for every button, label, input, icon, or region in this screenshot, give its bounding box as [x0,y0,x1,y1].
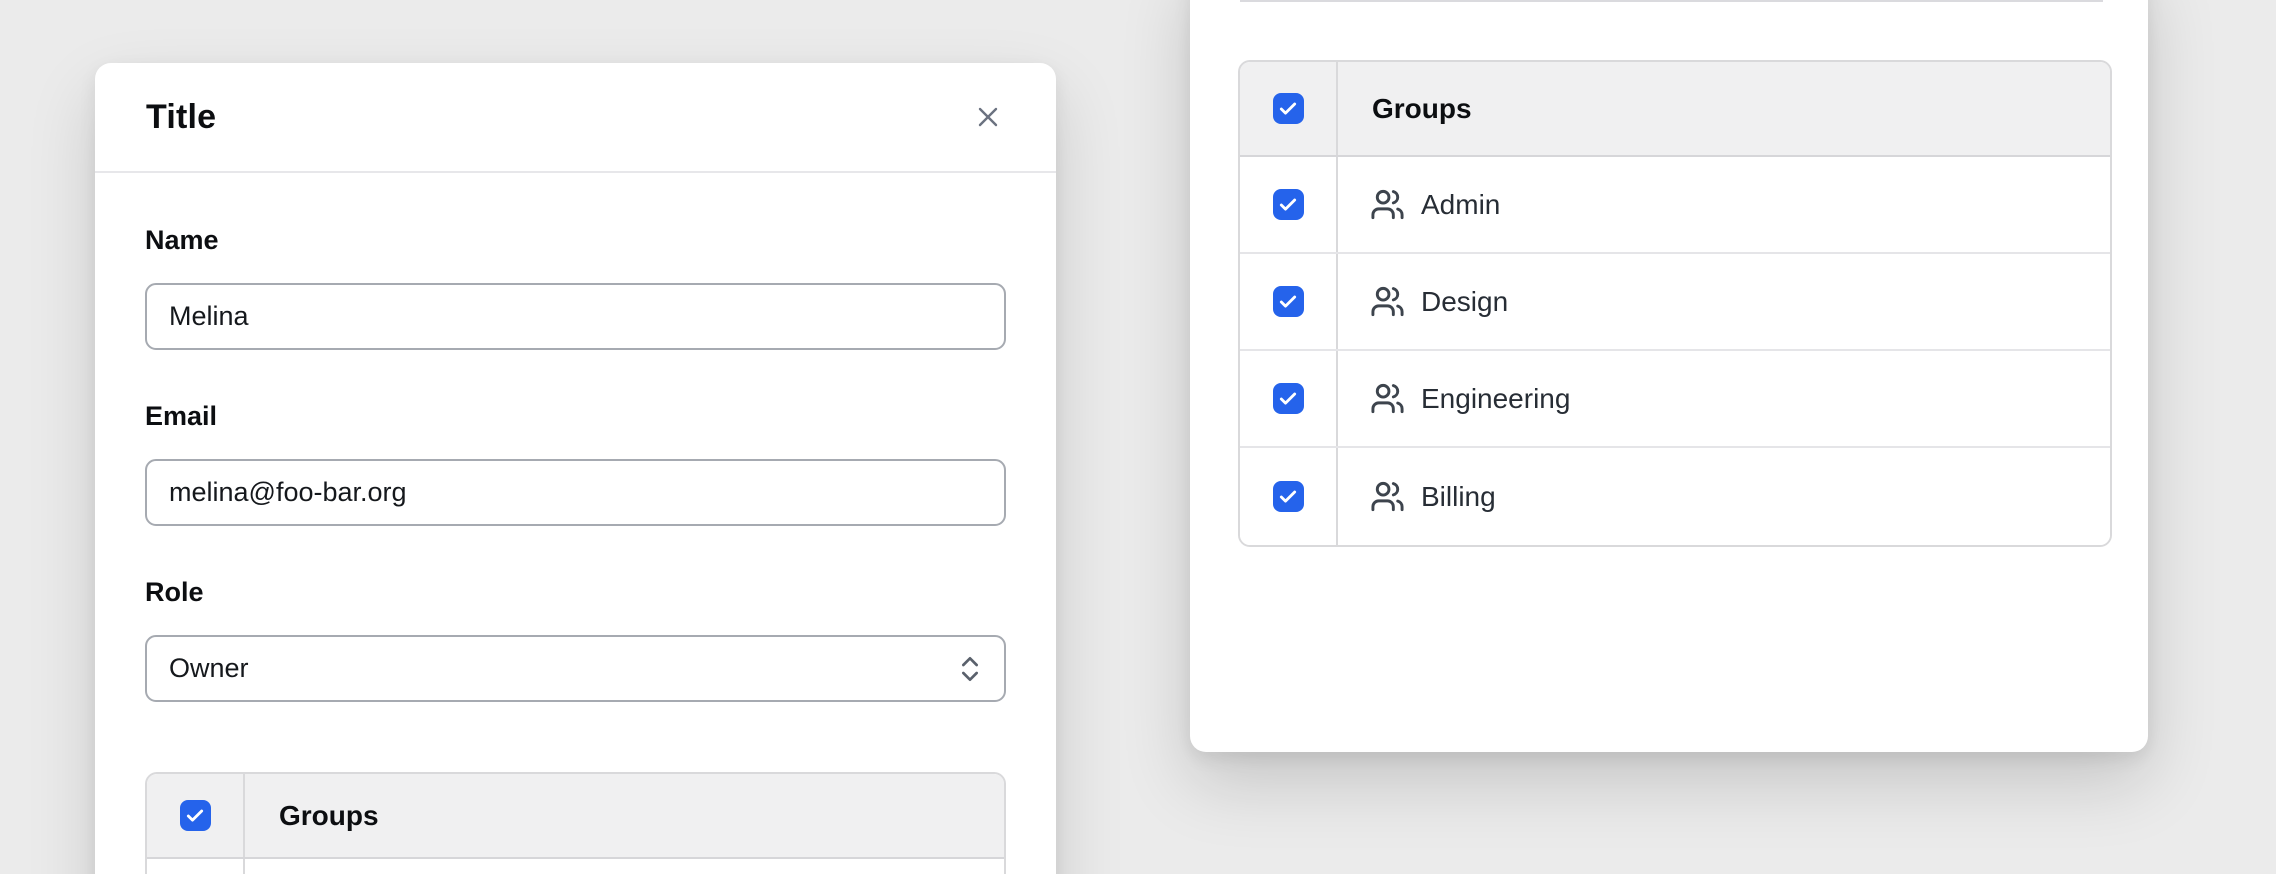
table-row[interactable] [147,859,1004,874]
row-checkbox[interactable] [1273,481,1304,512]
header-checkbox-cell [1240,62,1338,155]
row-checkbox[interactable] [1273,189,1304,220]
panel-groups-table: Groups Admin [1238,60,2112,547]
users-icon [1370,284,1405,319]
table-row-engineering[interactable]: Engineering [1240,351,2110,448]
close-button[interactable] [964,93,1012,141]
group-name: Engineering [1421,383,1570,415]
table-row-design[interactable]: Design [1240,254,2110,351]
users-icon [1370,479,1405,514]
role-label: Role [145,576,1006,609]
name-label: Name [145,224,1006,257]
chevrons-up-down-icon [954,653,986,685]
modal-title: Title [146,98,216,137]
check-icon [1278,99,1298,119]
role-select[interactable]: Owner [145,635,1006,702]
row-checkbox-cell [147,859,245,874]
row-content-cell: Admin [1338,157,1500,252]
screen: Title Name Email Role Owner [0,0,2276,874]
groups-column-header: Groups [245,774,379,857]
row-content-cell: Design [1338,254,1508,349]
email-input[interactable] [145,459,1006,526]
x-icon [972,101,1004,133]
email-label: Email [145,400,1006,433]
users-icon [1370,381,1405,416]
table-row-billing[interactable]: Billing [1240,448,2110,545]
table-row-admin[interactable]: Admin [1240,157,2110,254]
row-content-cell: Engineering [1338,351,1570,446]
check-icon [1278,195,1298,215]
check-icon [1278,292,1298,312]
row-content-cell [245,859,277,874]
edit-user-modal: Title Name Email Role Owner [95,63,1056,874]
group-name: Admin [1421,189,1500,221]
check-icon [1278,389,1298,409]
row-content-cell: Billing [1338,448,1496,545]
row-checkbox-cell [1240,254,1338,349]
row-checkbox-cell [1240,448,1338,545]
groups-column-header: Groups [1338,62,1472,155]
select-all-checkbox[interactable] [1273,93,1304,124]
name-input[interactable] [145,283,1006,350]
email-field-group: Email [145,400,1006,526]
row-checkbox-cell [1240,351,1338,446]
groups-panel: Groups Admin [1190,0,2148,752]
role-select-value: Owner [169,653,249,684]
select-all-checkbox[interactable] [180,800,211,831]
modal-header: Title [95,63,1056,173]
check-icon [185,806,205,826]
row-checkbox-cell [1240,157,1338,252]
group-name: Billing [1421,481,1496,513]
panel-groups-table-header: Groups [1240,62,2110,157]
cutoff-select-border [1240,0,2103,2]
row-checkbox[interactable] [1273,286,1304,317]
users-icon [1370,187,1405,222]
name-field-group: Name [145,224,1006,350]
group-name: Design [1421,286,1508,318]
check-icon [1278,487,1298,507]
modal-body: Name Email Role Owner [95,224,1056,874]
row-checkbox[interactable] [1273,383,1304,414]
modal-groups-table: Groups [145,772,1006,874]
modal-groups-table-header: Groups [147,774,1004,859]
header-checkbox-cell [147,774,245,857]
role-field-group: Role Owner [145,576,1006,702]
